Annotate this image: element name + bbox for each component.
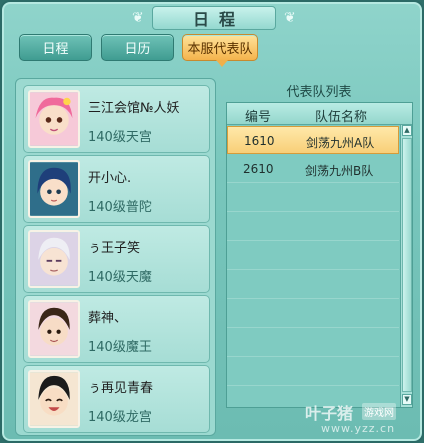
table-row-empty (227, 213, 399, 241)
player-name: 葬神、 (88, 311, 128, 326)
team-name: 剑荡九州B队 (305, 164, 374, 178)
team-list-title: 代表队列表 (286, 85, 352, 100)
player-level: 140级龙宫 (88, 410, 152, 425)
team-id: 2610 (243, 162, 274, 176)
table-row-empty (227, 358, 399, 386)
tab-calendar[interactable]: 日历 (101, 34, 174, 61)
table-row-empty (227, 271, 399, 299)
white-hair-boy-avatar (28, 230, 80, 288)
player-name: ぅ再见青春 (88, 381, 154, 396)
watermark-url: www.yzz.cn (321, 422, 396, 435)
player-card[interactable]: 葬神、 140级魔王 (23, 295, 210, 363)
player-level: 140级天魔 (88, 270, 152, 285)
table-row-empty (227, 329, 399, 357)
window-title: 日程 (192, 10, 245, 29)
player-level: 140级天宫 (88, 130, 152, 145)
scroll-thumb[interactable] (402, 138, 412, 392)
player-card[interactable]: 开小心. 140级普陀 (23, 155, 210, 223)
site-watermark: 叶子猪 游戏网 www.yzz.cn (305, 400, 423, 442)
pink-hair-girl-avatar (28, 90, 80, 148)
column-header-id: 编号 (245, 110, 272, 125)
player-card[interactable]: ぅ王子笑 140级天魔 (23, 225, 210, 293)
player-level: 140级普陀 (88, 200, 152, 215)
watermark-tag: 游戏网 (362, 403, 396, 420)
player-name: ぅ王子笑 (88, 241, 141, 256)
blue-hair-girl-avatar (28, 160, 80, 218)
brown-hair-boy-avatar (28, 300, 80, 358)
table-row-empty (227, 184, 399, 212)
team-table-header: 编号 队伍名称 (227, 103, 412, 125)
left-ornament-icon: ❦ (132, 10, 144, 26)
watermark-logo: 叶子猪 (305, 404, 354, 423)
laughing-boy-avatar (28, 370, 80, 428)
team-id: 1610 (244, 134, 275, 148)
player-level: 140级魔王 (88, 340, 152, 355)
team-table: 编号 队伍名称 1610 剑荡九州A队 2610 剑荡九州B队 ▲ ▼ (226, 102, 413, 408)
table-row[interactable]: 2610 剑荡九州B队 (227, 155, 399, 183)
table-scrollbar[interactable]: ▲ ▼ (400, 125, 412, 407)
player-card[interactable]: 三江会馆№人妖 140级天宫 (23, 85, 210, 153)
schedule-window: ❦ 日程 ❦ 日程 日历 本服代表队 三江会馆№人妖 140级天宫 开小心. 1… (0, 0, 424, 443)
player-name: 三江会馆№人妖 (88, 101, 180, 116)
team-list-panel: 代表队列表 编号 队伍名称 1610 剑荡九州A队 2610 剑荡九州B队 ▲ (224, 78, 414, 436)
column-header-team-name: 队伍名称 (315, 110, 368, 125)
tab-schedule[interactable]: 日程 (19, 34, 92, 61)
window-title-bar: 日程 (152, 6, 276, 30)
right-ornament-icon: ❦ (284, 10, 296, 26)
player-card[interactable]: ぅ再见青春 140级龙宫 (23, 365, 210, 433)
table-row-empty (227, 300, 399, 328)
team-name: 剑荡九州A队 (306, 136, 375, 150)
tab-server-team[interactable]: 本服代表队 (182, 34, 258, 67)
table-row[interactable]: 1610 剑荡九州A队 (227, 126, 399, 154)
scroll-up-icon[interactable]: ▲ (402, 125, 412, 136)
player-list-panel: 三江会馆№人妖 140级天宫 开小心. 140级普陀 ぅ王子笑 140级天魔 葬… (15, 78, 216, 436)
table-row-empty (227, 242, 399, 270)
player-name: 开小心. (88, 171, 132, 186)
